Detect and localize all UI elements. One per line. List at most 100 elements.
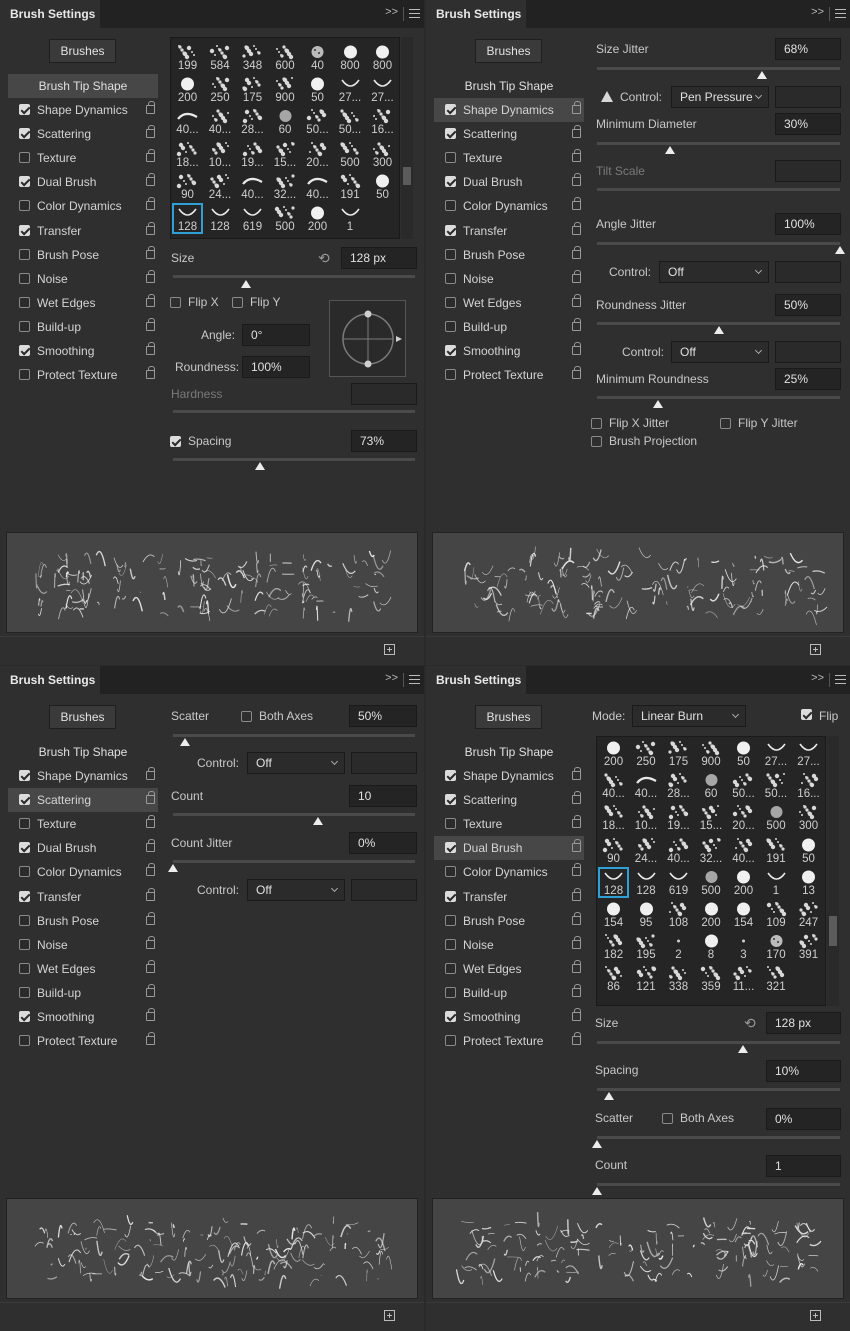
brush-tip-38[interactable]: 200: [696, 899, 727, 930]
settings-item-dual-brush[interactable]: Dual Brush: [8, 836, 158, 860]
brush-tip-9[interactable]: 28...: [663, 770, 694, 801]
brush-tip-6[interactable]: 800: [367, 42, 398, 73]
count-jitter-knob[interactable]: [168, 864, 178, 872]
angle-jitter-field[interactable]: 100%: [775, 213, 841, 235]
count-jitter-field[interactable]: 0%: [349, 832, 417, 854]
enable-checkbox[interactable]: [445, 1011, 456, 1023]
roundness-jitter-field[interactable]: 50%: [775, 294, 841, 316]
settings-item-color-dynamics[interactable]: Color Dynamics: [434, 860, 584, 884]
spacing-checkbox[interactable]: [170, 436, 181, 447]
enable-checkbox[interactable]: [445, 128, 456, 140]
lock-icon[interactable]: [572, 317, 581, 331]
brush-tip-12[interactable]: 50...: [761, 770, 792, 801]
lock-icon[interactable]: [572, 983, 581, 997]
brush-tip-18[interactable]: 20...: [728, 802, 759, 833]
brush-tip-48[interactable]: 391: [793, 931, 824, 962]
count-track[interactable]: [597, 1183, 840, 1186]
brush-tip-35[interactable]: 128: [172, 203, 203, 234]
settings-item-wet-edges[interactable]: Wet Edges: [434, 957, 584, 981]
settings-item-color-dynamics[interactable]: Color Dynamics: [434, 194, 584, 218]
lock-icon[interactable]: [146, 839, 155, 853]
brush-tip-15[interactable]: 40...: [205, 106, 236, 137]
enable-checkbox[interactable]: [19, 938, 30, 950]
scrollbar-thumb[interactable]: [829, 916, 837, 946]
reset-icon[interactable]: ⟲: [744, 1015, 756, 1032]
lock-icon[interactable]: [146, 959, 155, 973]
lock-icon[interactable]: [146, 221, 155, 235]
count-jitter-track[interactable]: [173, 860, 415, 863]
mode-dropdown[interactable]: Linear Burn: [632, 705, 746, 727]
brush-tip-6[interactable]: 27...: [793, 738, 824, 769]
settings-item-texture[interactable]: Texture: [434, 146, 584, 170]
angle-jitter-track[interactable]: [597, 242, 840, 245]
enable-checkbox[interactable]: [445, 986, 456, 998]
both-axes-checkbox[interactable]: [662, 1113, 673, 1124]
lock-icon[interactable]: [572, 791, 581, 805]
settings-item-brush-pose[interactable]: Brush Pose: [434, 243, 584, 267]
lock-icon[interactable]: [572, 935, 581, 949]
spacing-slider-track[interactable]: [173, 458, 415, 461]
settings-item-texture[interactable]: Texture: [434, 812, 584, 836]
lock-icon[interactable]: [572, 221, 581, 235]
control-dropdown[interactable]: Off: [247, 752, 345, 774]
size-field[interactable]: 128 px: [766, 1012, 841, 1034]
brush-tip-12[interactable]: 27...: [335, 74, 366, 105]
count-knob[interactable]: [592, 1187, 602, 1195]
size-slider-knob[interactable]: [737, 1045, 748, 1053]
lock-icon[interactable]: [146, 173, 155, 187]
lock-icon[interactable]: [572, 1032, 581, 1046]
brush-tip-3[interactable]: 600: [270, 42, 301, 73]
lock-icon[interactable]: [146, 317, 155, 331]
brushes-button[interactable]: Brushes: [475, 39, 542, 63]
brush-tip-10[interactable]: 900: [270, 74, 301, 105]
settings-item-scattering[interactable]: Scattering: [434, 122, 584, 146]
brush-tip-37[interactable]: 108: [663, 899, 694, 930]
brush-tip-4[interactable]: 40: [302, 42, 333, 73]
brush-tip-32[interactable]: 200: [728, 867, 759, 898]
settings-item-texture[interactable]: Texture: [8, 812, 158, 836]
min-roundness-knob[interactable]: [652, 400, 663, 408]
settings-item-transfer[interactable]: Transfer: [434, 219, 584, 243]
flip-y-checkbox[interactable]: [232, 297, 243, 308]
brush-tip-27[interactable]: 300: [367, 139, 398, 170]
panel-tab[interactable]: Brush Settings: [426, 666, 526, 694]
brush-tip-14[interactable]: 40...: [172, 106, 203, 137]
settings-item-scattering[interactable]: Scattering: [8, 788, 158, 813]
settings-item-build-up[interactable]: Build-up: [434, 981, 584, 1005]
lock-icon[interactable]: [572, 839, 581, 853]
settings-item-brush-tip-shape[interactable]: Brush Tip Shape: [8, 740, 158, 764]
settings-item-scattering[interactable]: Scattering: [8, 122, 158, 146]
lock-icon[interactable]: [572, 293, 581, 307]
settings-item-build-up[interactable]: Build-up: [8, 315, 158, 339]
flip-checkbox[interactable]: [801, 709, 812, 720]
lock-icon[interactable]: [572, 125, 581, 139]
settings-item-protect-texture[interactable]: Protect Texture: [8, 363, 158, 387]
brush-tip-41[interactable]: 247: [793, 899, 824, 930]
lock-icon[interactable]: [146, 1032, 155, 1046]
brush-tip-26[interactable]: 500: [335, 139, 366, 170]
brush-tip-32[interactable]: 40...: [302, 171, 333, 202]
enable-checkbox[interactable]: [445, 152, 456, 164]
brush-tip-29[interactable]: 128: [631, 867, 662, 898]
size-field[interactable]: 128 px: [341, 247, 417, 269]
enable-checkbox[interactable]: [19, 962, 30, 974]
settings-item-dual-brush[interactable]: Dual Brush: [8, 170, 158, 194]
brush-tip-grid[interactable]: 199 584 348 600 40 800 800 200 250 175 900 50 27... 2…: [170, 37, 400, 239]
scatter-track[interactable]: [173, 734, 415, 737]
spacing-slider-track[interactable]: [597, 1088, 840, 1091]
brush-tip-28[interactable]: 90: [172, 171, 203, 202]
brush-tip-0[interactable]: 200: [598, 738, 629, 769]
brush-tip-16[interactable]: 19...: [663, 802, 694, 833]
spacing-field[interactable]: 10%: [766, 1060, 841, 1082]
enable-checkbox[interactable]: [445, 866, 456, 878]
brush-tip-36[interactable]: 128: [205, 203, 236, 234]
size-jitter-knob[interactable]: [757, 71, 768, 79]
enable-checkbox[interactable]: [445, 176, 456, 188]
brush-tip-19[interactable]: 500: [761, 802, 792, 833]
settings-item-brush-pose[interactable]: Brush Pose: [8, 243, 158, 267]
brush-tip-43[interactable]: 195: [631, 931, 662, 962]
count-field[interactable]: 1: [766, 1155, 841, 1177]
settings-item-wet-edges[interactable]: Wet Edges: [8, 291, 158, 315]
lock-icon[interactable]: [572, 815, 581, 829]
settings-item-brush-tip-shape[interactable]: Brush Tip Shape: [8, 74, 158, 99]
